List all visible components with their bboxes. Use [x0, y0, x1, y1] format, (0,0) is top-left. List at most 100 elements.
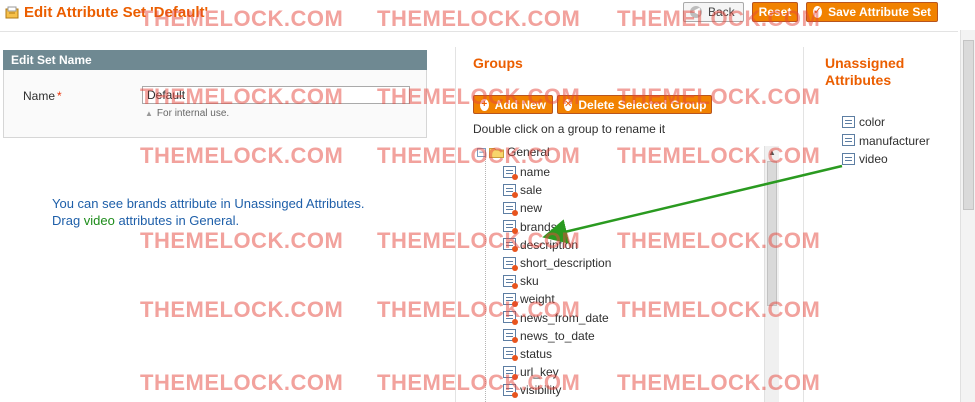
tree-attribute-item[interactable]: news_from_date: [503, 309, 611, 327]
attribute-label: sku: [520, 274, 539, 289]
page-scrollbar-thumb[interactable]: [963, 40, 974, 210]
name-label-text: Name: [23, 89, 56, 103]
add-new-group-button[interactable]: + Add New: [473, 95, 553, 114]
folder-icon: [489, 147, 504, 158]
tree-attribute-item[interactable]: status: [503, 345, 611, 363]
groups-tree: − General name sale new brands description sh…: [473, 143, 763, 402]
group-label: General: [507, 145, 550, 159]
attribute-icon: [503, 329, 518, 344]
reset-button-label: Reset: [758, 5, 792, 19]
tree-attribute-item[interactable]: new: [503, 199, 611, 217]
delete-icon: ✕: [564, 98, 573, 111]
attribute-icon: [503, 274, 518, 289]
scroll-up-icon[interactable]: ▲: [768, 148, 776, 157]
tree-attribute-item[interactable]: description: [503, 236, 611, 254]
required-marker: *: [57, 89, 62, 103]
unassigned-attribute-item[interactable]: manufacturer: [842, 132, 930, 151]
back-button-label: Back: [708, 5, 735, 19]
attribute-icon: [503, 165, 518, 180]
attribute-label: name: [520, 165, 551, 180]
tree-group-general[interactable]: − General: [477, 145, 550, 159]
delete-group-label: Delete Selected Group: [578, 97, 707, 112]
instruction-highlight: video: [83, 213, 115, 228]
tree-attribute-item[interactable]: news_to_date: [503, 327, 611, 345]
group-attribute-list: name sale new brands description short_descri…: [503, 163, 611, 399]
edit-set-name-panel: [3, 70, 427, 138]
watermark-text: THEMELOCK.COM: [377, 6, 581, 31]
attribute-label: description: [520, 237, 579, 252]
add-new-label: Add New: [494, 97, 546, 112]
groups-title: Groups: [473, 55, 523, 71]
attribute-icon: [503, 292, 518, 307]
column-divider-right: [803, 47, 804, 402]
attribute-icon: [503, 183, 518, 198]
attribute-icon: [503, 383, 518, 398]
unassigned-attributes-title: Unassigned Attributes: [825, 55, 905, 88]
tree-attribute-item[interactable]: brands: [503, 218, 611, 236]
attribute-label: visibility: [520, 383, 562, 398]
scrollbar-thumb[interactable]: [767, 161, 777, 306]
page-title: Edit Attribute Set 'Default': [24, 4, 209, 21]
attribute-label: url_key: [520, 365, 559, 380]
attribute-icon: [503, 256, 518, 271]
instruction-line-2-start: Drag: [52, 213, 84, 228]
unassigned-attribute-list: color manufacturer video: [842, 113, 930, 169]
check-icon: ✓: [813, 6, 823, 18]
instruction-line-2: Drag video attributes in General.: [52, 212, 364, 229]
instruction-text: You can see brands attribute in Unassing…: [52, 195, 364, 229]
page-scrollbar[interactable]: [960, 30, 975, 402]
attribute-label: weight: [520, 292, 555, 307]
reset-button[interactable]: Reset: [752, 2, 798, 22]
watermark-text: THEMELOCK.COM: [140, 370, 344, 395]
tree-attribute-item[interactable]: sku: [503, 272, 611, 290]
back-button[interactable]: ◀ Back: [683, 2, 744, 22]
attribute-icon: [503, 201, 518, 216]
unassigned-attribute-item[interactable]: color: [842, 113, 930, 132]
column-divider-left: [455, 47, 456, 402]
instruction-line-1: You can see brands attribute in Unassing…: [52, 196, 365, 211]
tree-attribute-item[interactable]: visibility: [503, 381, 611, 399]
attribute-label: brands: [520, 219, 557, 234]
edit-set-name-heading: Edit Set Name: [3, 50, 427, 70]
attribute-icon: [503, 238, 518, 253]
collapse-icon[interactable]: −: [477, 147, 486, 157]
attribute-label: short_description: [520, 256, 612, 271]
tree-attribute-item[interactable]: weight: [503, 290, 611, 308]
watermark-text: THEMELOCK.COM: [140, 297, 344, 322]
attribute-icon: [842, 152, 856, 166]
tree-connector: [485, 157, 487, 402]
attribute-label: news_from_date: [520, 310, 609, 325]
attribute-icon: [503, 220, 518, 235]
delete-selected-group-button[interactable]: ✕ Delete Selected Group: [557, 95, 712, 114]
attribute-icon: [503, 347, 518, 362]
header-divider: [0, 31, 958, 32]
groups-hint: Double click on a group to rename it: [473, 122, 666, 136]
name-note: ▲ For internal use.: [145, 108, 229, 119]
tree-attribute-item[interactable]: url_key: [503, 363, 611, 381]
attribute-icon: [503, 311, 518, 326]
attribute-label: new: [520, 201, 543, 216]
tree-attribute-item[interactable]: name: [503, 163, 611, 181]
watermark-text: THEMELOCK.COM: [140, 228, 344, 253]
attribute-set-icon: [5, 6, 19, 19]
groups-scrollbar[interactable]: ▲: [764, 146, 779, 402]
plus-icon: +: [480, 98, 489, 111]
attribute-icon: [842, 115, 856, 129]
attribute-label: color: [859, 115, 886, 130]
attribute-label: video: [859, 152, 888, 167]
attribute-icon: [842, 134, 856, 147]
watermark-text: THEMELOCK.COM: [140, 143, 344, 168]
save-attribute-set-button[interactable]: ✓ Save Attribute Set: [806, 2, 938, 22]
instruction-line-2-end: attributes in General.: [114, 213, 240, 228]
attribute-label: sale: [520, 183, 543, 198]
name-note-text: For internal use.: [156, 108, 230, 119]
attribute-label: status: [520, 346, 553, 361]
back-arrow-icon: ◀: [690, 6, 702, 18]
name-label: Name *: [23, 89, 62, 103]
save-button-label: Save Attribute Set: [828, 5, 931, 19]
tree-attribute-item[interactable]: short_description: [503, 254, 611, 272]
tree-attribute-item[interactable]: sale: [503, 181, 611, 199]
unassigned-attribute-item[interactable]: video: [842, 150, 930, 169]
note-arrow-icon: ▲: [145, 109, 153, 118]
set-name-input[interactable]: Default: [142, 86, 410, 104]
